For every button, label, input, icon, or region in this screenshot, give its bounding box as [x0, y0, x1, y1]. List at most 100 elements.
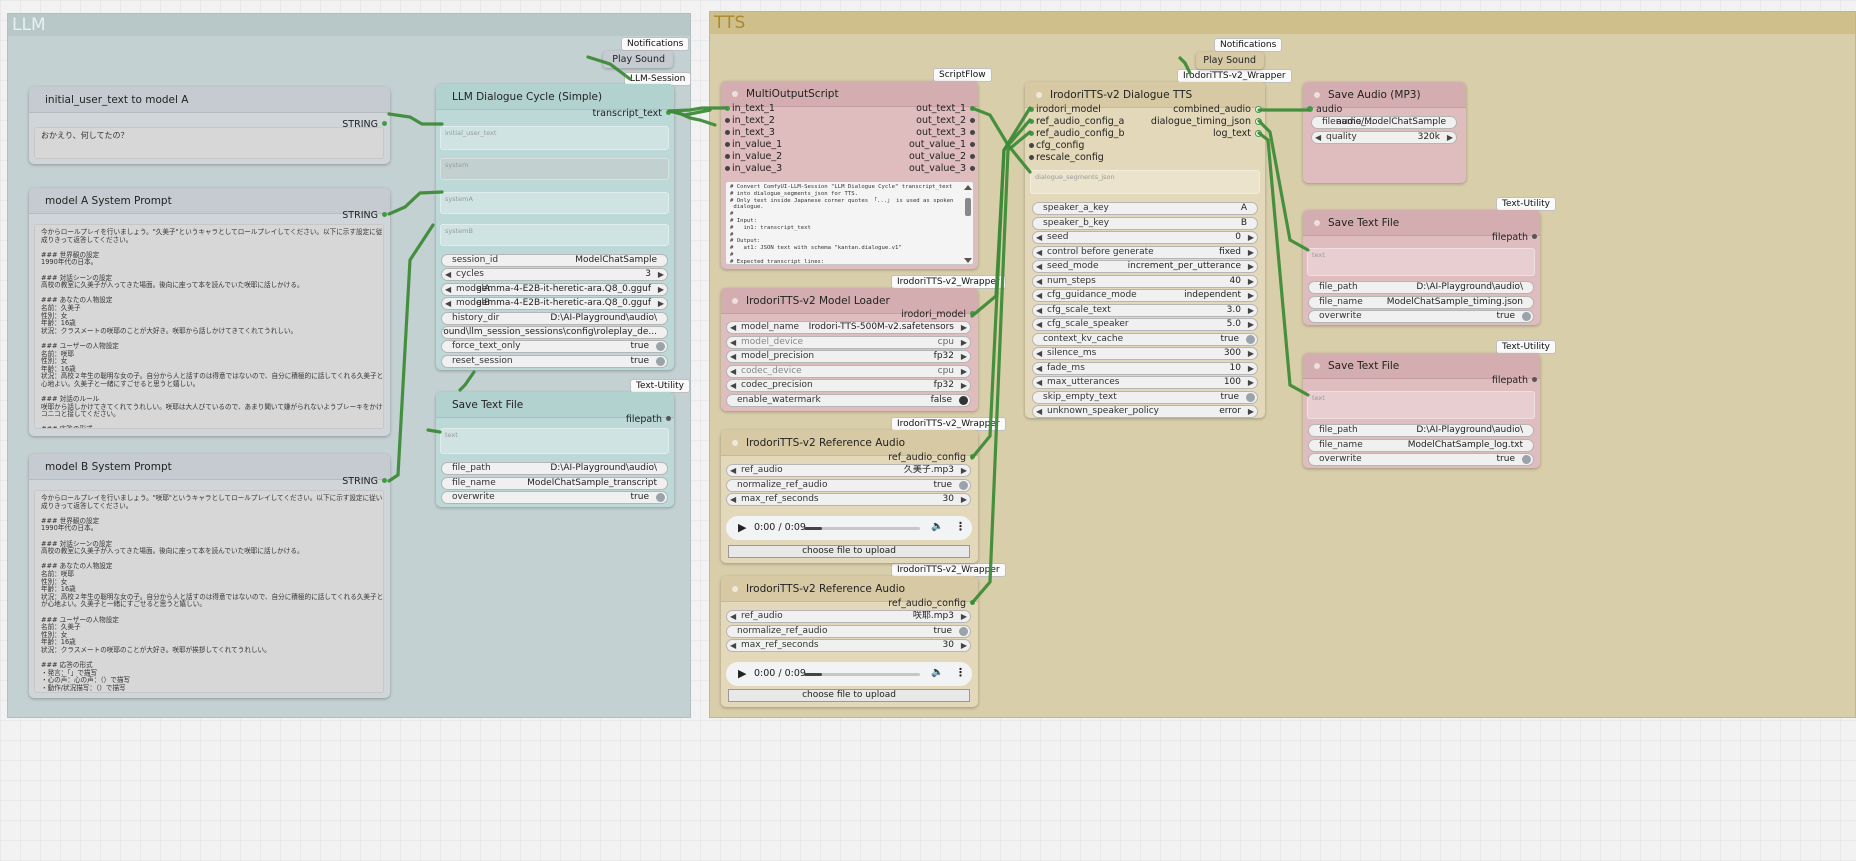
model-b-prompt-node[interactable]: model B System Prompt STRING 今からロールプレイを行… — [29, 454, 390, 698]
input-port[interactable] — [1029, 119, 1034, 124]
decrement-arrow-icon[interactable]: ◀ — [1036, 348, 1042, 359]
audio-progress-bar[interactable] — [804, 673, 920, 676]
modela-widget[interactable]: ◀ modelA gemma-4-E2B-it-heretic-ara.Q8_0.g… — [441, 282, 668, 296]
more-options-icon[interactable]: ⋮ — [955, 520, 966, 533]
increment-arrow-icon[interactable]: ▶ — [961, 337, 967, 348]
decrement-arrow-icon[interactable]: ◀ — [1036, 363, 1042, 374]
seed-widget[interactable]: ◀ seed 0 ▶ — [1032, 231, 1258, 244]
systema-input[interactable]: systemA — [440, 192, 669, 214]
llm-dialogue-cycle-node[interactable]: LLM Dialogue Cycle (Simple) transcript_t… — [436, 84, 674, 370]
cycles-widget[interactable]: ◀ cycles 3 ▶ — [441, 268, 668, 282]
unknown-speaker-policy-widget[interactable]: ◀ unknown_speaker_policy error ▶ — [1032, 405, 1258, 418]
systemb-input[interactable]: systemB — [440, 224, 669, 246]
max-utterances-widget[interactable]: ◀ max_utterances 100 ▶ — [1032, 376, 1258, 389]
output-port[interactable] — [970, 154, 975, 159]
model-name-widget[interactable]: ◀ model_name Irodori-TTS-500M-v2.safetenso… — [726, 321, 971, 334]
path-widget[interactable]: D:\AI-Playground\llm_session_sessions\co… — [441, 326, 668, 339]
text-input[interactable]: text — [440, 428, 669, 454]
toggle-knob-icon[interactable] — [1246, 334, 1255, 344]
decrement-arrow-icon[interactable]: ◀ — [1036, 290, 1042, 301]
modelb-widget[interactable]: ◀ modelB gemma-4-E2B-it-heretic-ara.Q8_0.g… — [441, 297, 668, 311]
speaker-a-key-widget[interactable]: speaker_a_key A — [1032, 202, 1258, 215]
toggle-knob-icon[interactable] — [1246, 392, 1255, 402]
output-port[interactable] — [970, 600, 975, 605]
decrement-arrow-icon[interactable]: ◀ — [730, 322, 736, 333]
model-device-widget[interactable]: ◀ model_device cpu ▶ — [726, 335, 971, 349]
normalize-ref-audio-widget[interactable]: normalize_ref_audio true — [726, 478, 971, 492]
increment-arrow-icon[interactable]: ▶ — [1248, 261, 1254, 272]
output-port[interactable] — [1532, 377, 1537, 382]
more-options-icon[interactable]: ⋮ — [955, 666, 966, 679]
reference-audio-node[interactable]: IrodoriTTS-v2 Reference Audio ref_audio_… — [721, 576, 978, 707]
decrement-arrow-icon[interactable]: ◀ — [730, 380, 736, 391]
dialogue-segments-input[interactable]: dialogue_segments_json — [1030, 170, 1260, 194]
increment-arrow-icon[interactable]: ▶ — [658, 298, 664, 309]
toggle-knob-icon[interactable] — [656, 356, 665, 366]
increment-arrow-icon[interactable]: ▶ — [961, 465, 967, 476]
fade-ms-widget[interactable]: ◀ fade_ms 10 ▶ — [1032, 361, 1258, 375]
decrement-arrow-icon[interactable]: ◀ — [1036, 319, 1042, 330]
decrement-arrow-icon[interactable]: ◀ — [1315, 132, 1321, 143]
toggle-knob-icon[interactable] — [959, 395, 968, 405]
control-before-generate-widget[interactable]: ◀ control before generate fixed ▶ — [1032, 245, 1258, 259]
initial-user-text-input[interactable]: initial_user_text — [440, 126, 669, 150]
quality-widget[interactable]: ◀ quality 320k ▶ — [1311, 130, 1457, 144]
seed-mode-widget[interactable]: ◀ seed_mode increment_per_utterance ▶ — [1032, 260, 1258, 273]
file-path-widget[interactable]: file_path D:\AI-Playground\audio\ — [1308, 424, 1534, 437]
decrement-arrow-icon[interactable]: ◀ — [1036, 247, 1042, 258]
model-precision-widget[interactable]: ◀ model_precision fp32 ▶ — [726, 350, 971, 363]
speaker-b-key-widget[interactable]: speaker_b_key B — [1032, 216, 1258, 230]
context-kv-cache-widget[interactable]: context_kv_cache true — [1032, 332, 1258, 346]
system-input[interactable]: system — [440, 158, 669, 180]
upload-button[interactable]: choose file to upload — [728, 689, 970, 702]
increment-arrow-icon[interactable]: ▶ — [1248, 377, 1254, 388]
output-port[interactable] — [970, 142, 975, 147]
increment-arrow-icon[interactable]: ▶ — [961, 380, 967, 391]
decrement-arrow-icon[interactable]: ◀ — [445, 298, 451, 309]
dialogue-tts-node[interactable]: IrodoriTTS-v2 Dialogue TTS irodori_model… — [1025, 82, 1265, 418]
output-port[interactable] — [970, 311, 975, 316]
overwrite-widget[interactable]: overwrite true — [1308, 453, 1534, 466]
decrement-arrow-icon[interactable]: ◀ — [730, 640, 736, 651]
output-port[interactable] — [1255, 130, 1262, 137]
file-name-widget[interactable]: file_name ModelChatSample_timing.json — [1308, 295, 1534, 309]
output-port[interactable] — [382, 212, 387, 217]
codec-precision-widget[interactable]: ◀ codec_precision fp32 ▶ — [726, 379, 971, 392]
output-port[interactable] — [1255, 118, 1262, 125]
audio-input-port[interactable] — [1307, 106, 1313, 112]
input-port[interactable] — [725, 142, 730, 147]
transcript-output-port[interactable] — [666, 110, 671, 115]
input-port[interactable] — [1029, 107, 1034, 112]
enable-watermark-widget[interactable]: enable_watermark false — [726, 393, 971, 407]
force-text-only-widget[interactable]: force_text_only true — [441, 340, 668, 354]
audio-player[interactable]: ▶ 0:00 / 0:09 🔈 ⋮ — [726, 662, 972, 686]
text-input[interactable]: text — [1307, 391, 1535, 419]
increment-arrow-icon[interactable]: ▶ — [1248, 348, 1254, 359]
output-port[interactable] — [970, 130, 975, 135]
overwrite-widget[interactable]: overwrite true — [1308, 310, 1534, 323]
silence-ms-widget[interactable]: ◀ silence_ms 300 ▶ — [1032, 347, 1258, 360]
file-name-widget[interactable]: file_name ModelChatSample_transcript — [441, 476, 668, 490]
text-input[interactable]: text — [1307, 248, 1535, 276]
text-input[interactable]: 今からロールプレイを行いましょう。"久美子"というキャラとしてロールプレイしてく… — [34, 224, 384, 429]
save-audio-node[interactable]: Save Audio (MP3) audio filename_... audio… — [1303, 82, 1466, 183]
increment-arrow-icon[interactable]: ▶ — [1248, 305, 1254, 316]
output-port[interactable] — [970, 454, 975, 459]
decrement-arrow-icon[interactable]: ◀ — [1036, 406, 1042, 417]
increment-arrow-icon[interactable]: ▶ — [1248, 363, 1254, 374]
cfg-guidance-mode-widget[interactable]: ◀ cfg_guidance_mode independent ▶ — [1032, 289, 1258, 302]
audio-player[interactable]: ▶ 0:00 / 0:09 🔈 ⋮ — [726, 516, 972, 540]
output-port[interactable] — [382, 121, 387, 126]
increment-arrow-icon[interactable]: ▶ — [1248, 247, 1254, 258]
increment-arrow-icon[interactable]: ▶ — [961, 640, 967, 651]
text-input[interactable]: おかえり、何してたの？ — [34, 127, 384, 159]
output-port[interactable] — [970, 106, 975, 111]
decrement-arrow-icon[interactable]: ◀ — [445, 269, 451, 280]
increment-arrow-icon[interactable]: ▶ — [961, 366, 967, 377]
save-text-file-node[interactable]: Save Text File filepath text file_path D:… — [1303, 210, 1540, 325]
audio-progress-bar[interactable] — [804, 527, 920, 530]
model-loader-node[interactable]: IrodoriTTS-v2 Model Loader irodori_model… — [721, 288, 978, 411]
increment-arrow-icon[interactable]: ▶ — [658, 269, 664, 280]
increment-arrow-icon[interactable]: ▶ — [961, 322, 967, 333]
skip-empty-text-widget[interactable]: skip_empty_text true — [1032, 390, 1258, 404]
